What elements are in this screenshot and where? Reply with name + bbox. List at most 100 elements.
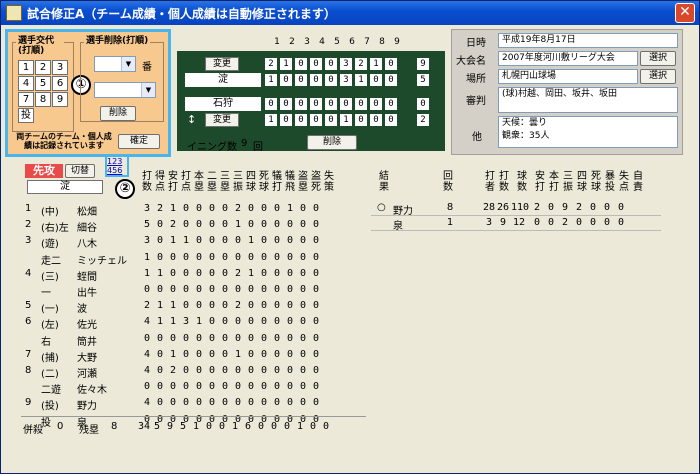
stat-cell[interactable]: 0: [206, 235, 218, 246]
stat-cell[interactable]: 0: [284, 219, 296, 230]
stat-cell[interactable]: 0: [297, 365, 309, 376]
stat-cell[interactable]: 0: [284, 333, 296, 344]
score-cell[interactable]: 0: [370, 98, 382, 110]
stat-cell[interactable]: 0: [193, 219, 205, 230]
stat-cell[interactable]: 1: [167, 203, 179, 214]
stat-cell[interactable]: 1: [154, 300, 166, 311]
stat-cell[interactable]: 0: [206, 349, 218, 360]
score-cell[interactable]: 0: [310, 98, 322, 110]
stat-cell[interactable]: 0: [219, 219, 231, 230]
stat-cell[interactable]: 0: [245, 316, 257, 327]
stat-cell[interactable]: 0: [219, 203, 231, 214]
stat-cell[interactable]: 0: [232, 365, 244, 376]
score-cell[interactable]: 0: [295, 74, 307, 86]
stat-cell[interactable]: 0: [154, 235, 166, 246]
stat-cell[interactable]: 0: [271, 300, 283, 311]
stat-cell[interactable]: 0: [193, 268, 205, 279]
order-key-2[interactable]: 2: [35, 60, 51, 75]
order-key-7[interactable]: 7: [18, 92, 34, 107]
stat-cell[interactable]: 0: [271, 235, 283, 246]
close-button[interactable]: ✕: [675, 3, 695, 23]
stat-cell[interactable]: 2: [232, 300, 244, 311]
score-cell[interactable]: 0: [385, 98, 397, 110]
player-name[interactable]: 松畑: [77, 203, 97, 218]
stat-cell[interactable]: 0: [284, 252, 296, 263]
stat-cell[interactable]: 0: [206, 203, 218, 214]
stat-cell[interactable]: 0: [258, 268, 270, 279]
stat-cell[interactable]: 0: [297, 235, 309, 246]
stat-cell[interactable]: 4: [141, 397, 153, 408]
stat-cell[interactable]: 0: [154, 284, 166, 295]
stat-cell[interactable]: 0: [258, 235, 270, 246]
stat-cell[interactable]: 0: [258, 381, 270, 392]
stat-cell[interactable]: 1: [180, 235, 192, 246]
other-field[interactable]: 天候：曇り 観衆：35人: [498, 116, 678, 148]
date-field[interactable]: 平成19年8月17日: [498, 33, 678, 48]
stat-cell[interactable]: 0: [245, 349, 257, 360]
stat-cell[interactable]: 0: [167, 284, 179, 295]
stat-cell[interactable]: 0: [180, 268, 192, 279]
stat-cell[interactable]: 0: [284, 284, 296, 295]
stat-cell[interactable]: 0: [297, 268, 309, 279]
score-cell[interactable]: 3: [340, 74, 352, 86]
stat-cell[interactable]: 0: [258, 365, 270, 376]
stat-cell[interactable]: 0: [232, 316, 244, 327]
stat-cell[interactable]: 0: [206, 365, 218, 376]
stat-cell[interactable]: 0: [180, 349, 192, 360]
score-cell[interactable]: 0: [310, 58, 322, 70]
score-cell[interactable]: 1: [265, 114, 277, 126]
stat-cell[interactable]: 0: [206, 252, 218, 263]
stat-cell[interactable]: 0: [245, 397, 257, 408]
stat-cell[interactable]: 0: [167, 268, 179, 279]
stat-cell[interactable]: 1: [245, 268, 257, 279]
score-cell[interactable]: 0: [340, 98, 352, 110]
confirm-button[interactable]: 確定: [118, 134, 160, 149]
stat-cell[interactable]: 0: [310, 397, 322, 408]
stat-cell[interactable]: 0: [141, 333, 153, 344]
player-name[interactable]: 蛭間: [77, 268, 97, 283]
stat-cell[interactable]: 0: [271, 397, 283, 408]
stat-cell[interactable]: 0: [271, 268, 283, 279]
stat-cell[interactable]: 0: [206, 300, 218, 311]
stat-cell[interactable]: 0: [206, 333, 218, 344]
stat-cell[interactable]: 0: [271, 349, 283, 360]
stat-cell[interactable]: 0: [258, 219, 270, 230]
stat-cell[interactable]: 1: [154, 316, 166, 327]
stat-cell[interactable]: 0: [284, 235, 296, 246]
stat-cell[interactable]: 2: [154, 203, 166, 214]
pitch-stat[interactable]: 0: [613, 217, 629, 228]
score-cell[interactable]: 0: [280, 74, 292, 86]
stat-cell[interactable]: 4: [141, 365, 153, 376]
stat-cell[interactable]: 1: [284, 203, 296, 214]
stat-cell[interactable]: 0: [154, 397, 166, 408]
stat-cell[interactable]: 0: [284, 300, 296, 311]
stat-cell[interactable]: 0: [219, 397, 231, 408]
page-links-row1[interactable]: 123: [107, 157, 122, 166]
stat-cell[interactable]: 0: [180, 381, 192, 392]
page-links-row2[interactable]: 456: [107, 166, 122, 175]
stat-cell[interactable]: 0: [258, 333, 270, 344]
stat-cell[interactable]: 0: [154, 381, 166, 392]
stat-cell[interactable]: 1: [245, 235, 257, 246]
order-key-9[interactable]: 9: [52, 92, 68, 107]
stat-cell[interactable]: 0: [180, 203, 192, 214]
score-cell[interactable]: 0: [385, 114, 397, 126]
stat-cell[interactable]: 0: [310, 203, 322, 214]
stat-cell[interactable]: 1: [167, 300, 179, 311]
order-key-1[interactable]: 1: [18, 60, 34, 75]
stat-cell[interactable]: 0: [193, 252, 205, 263]
stat-cell[interactable]: 0: [258, 300, 270, 311]
swap-icon[interactable]: ↕: [187, 113, 196, 126]
stat-cell[interactable]: 0: [297, 252, 309, 263]
stat-cell[interactable]: 0: [245, 252, 257, 263]
stat-cell[interactable]: 0: [258, 284, 270, 295]
player-name[interactable]: ミッチェル: [77, 252, 127, 267]
stat-cell[interactable]: 0: [271, 316, 283, 327]
top-team-change-button[interactable]: 変更: [205, 57, 239, 71]
stat-cell[interactable]: 0: [180, 219, 192, 230]
stat-cell[interactable]: 0: [284, 316, 296, 327]
chevron-down-icon[interactable]: ▼: [141, 83, 155, 97]
stat-cell[interactable]: 0: [284, 397, 296, 408]
stat-cell[interactable]: 0: [297, 397, 309, 408]
stat-cell[interactable]: 0: [141, 284, 153, 295]
